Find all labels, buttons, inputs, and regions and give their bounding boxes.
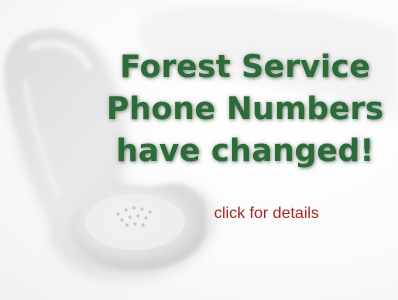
click-for-details-link[interactable]: click for details [214,205,319,223]
headline: Forest Service Phone Numbers have change… [100,46,390,172]
headline-line-1: Forest Service [119,49,371,85]
headline-line-2: Phone Numbers [106,91,384,127]
phone-numbers-banner[interactable]: Forest Service Phone Numbers have change… [0,0,398,300]
headline-line-3: have changed! [116,133,374,169]
